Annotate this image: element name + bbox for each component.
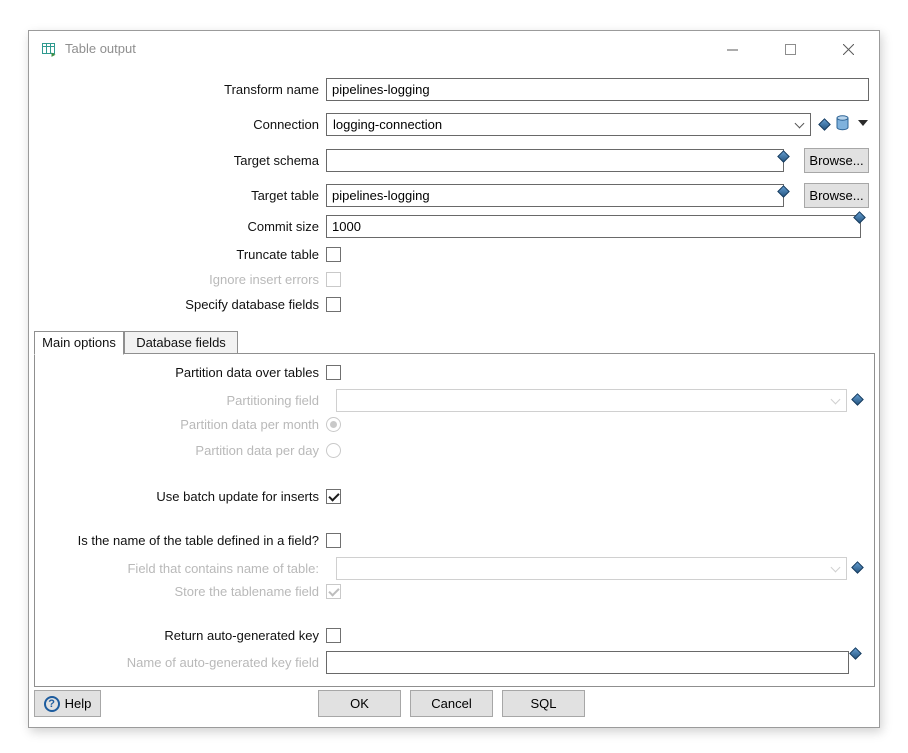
truncate-table-checkbox[interactable]: [326, 247, 341, 262]
table-output-icon: [41, 41, 57, 57]
target-table-label: Target table: [29, 184, 319, 207]
tablename-field-combo: [336, 557, 847, 580]
store-tablename-label: Store the tablename field: [29, 584, 319, 600]
help-button-label: Help: [65, 696, 92, 711]
chevron-down-icon[interactable]: [790, 114, 810, 135]
partition-per-month-radio: [326, 417, 341, 432]
close-button[interactable]: [831, 31, 865, 67]
return-auto-key-checkbox[interactable]: [326, 628, 341, 643]
table-name-in-field-checkbox[interactable]: [326, 533, 341, 548]
connection-menu-icon[interactable]: [858, 120, 868, 126]
connection-label: Connection: [29, 113, 319, 136]
partition-per-month-label: Partition data per month: [29, 417, 319, 433]
titlebar[interactable]: Table output: [29, 31, 879, 67]
connection-value: logging-connection: [333, 114, 442, 135]
target-schema-label: Target schema: [29, 149, 319, 172]
sql-button[interactable]: SQL: [502, 690, 585, 717]
variable-icon: [818, 118, 831, 131]
specify-database-fields-checkbox[interactable]: [326, 297, 341, 312]
browse-schema-button[interactable]: Browse...: [804, 148, 869, 173]
chevron-down-icon: [826, 558, 846, 579]
ok-button[interactable]: OK: [318, 690, 401, 717]
transform-name-input[interactable]: [326, 78, 869, 101]
truncate-table-label: Truncate table: [29, 247, 319, 263]
partitioning-field-label: Partitioning field: [29, 389, 319, 412]
return-auto-key-label: Return auto-generated key: [29, 628, 319, 644]
partition-over-tables-label: Partition data over tables: [29, 365, 319, 381]
connection-combo[interactable]: logging-connection: [326, 113, 811, 136]
help-button[interactable]: ? Help: [34, 690, 101, 717]
commit-size-input[interactable]: [326, 215, 861, 238]
table-name-in-field-label: Is the name of the table defined in a fi…: [29, 533, 319, 549]
ignore-insert-errors-label: Ignore insert errors: [29, 272, 319, 288]
partition-over-tables-checkbox[interactable]: [326, 365, 341, 380]
partition-per-day-radio: [326, 443, 341, 458]
cancel-button[interactable]: Cancel: [410, 690, 493, 717]
maximize-button[interactable]: [773, 31, 807, 67]
partition-per-day-label: Partition data per day: [29, 443, 319, 459]
target-schema-input[interactable]: [326, 149, 784, 172]
chevron-down-icon: [826, 390, 846, 411]
window-title: Table output: [65, 31, 136, 67]
partitioning-field-combo: [336, 389, 847, 412]
tablename-field-label: Field that contains name of table:: [29, 557, 319, 580]
ignore-insert-errors-checkbox: [326, 272, 341, 287]
database-icon[interactable]: [836, 115, 849, 136]
auto-key-field-label: Name of auto-generated key field: [29, 651, 319, 674]
batch-update-label: Use batch update for inserts: [29, 489, 319, 505]
store-tablename-checkbox: [326, 584, 341, 599]
target-table-input[interactable]: [326, 184, 784, 207]
tab-database-fields[interactable]: Database fields: [124, 331, 238, 353]
help-icon: ?: [44, 696, 60, 712]
table-output-dialog: Table output Transform name Connection l…: [28, 30, 880, 728]
commit-size-label: Commit size: [29, 215, 319, 238]
batch-update-checkbox[interactable]: [326, 489, 341, 504]
browse-table-button[interactable]: Browse...: [804, 183, 869, 208]
transform-name-label: Transform name: [29, 78, 319, 101]
minimize-button[interactable]: [715, 31, 749, 67]
auto-key-field-input[interactable]: [326, 651, 849, 674]
tab-main-options[interactable]: Main options: [34, 331, 124, 355]
specify-database-fields-label: Specify database fields: [29, 297, 319, 313]
